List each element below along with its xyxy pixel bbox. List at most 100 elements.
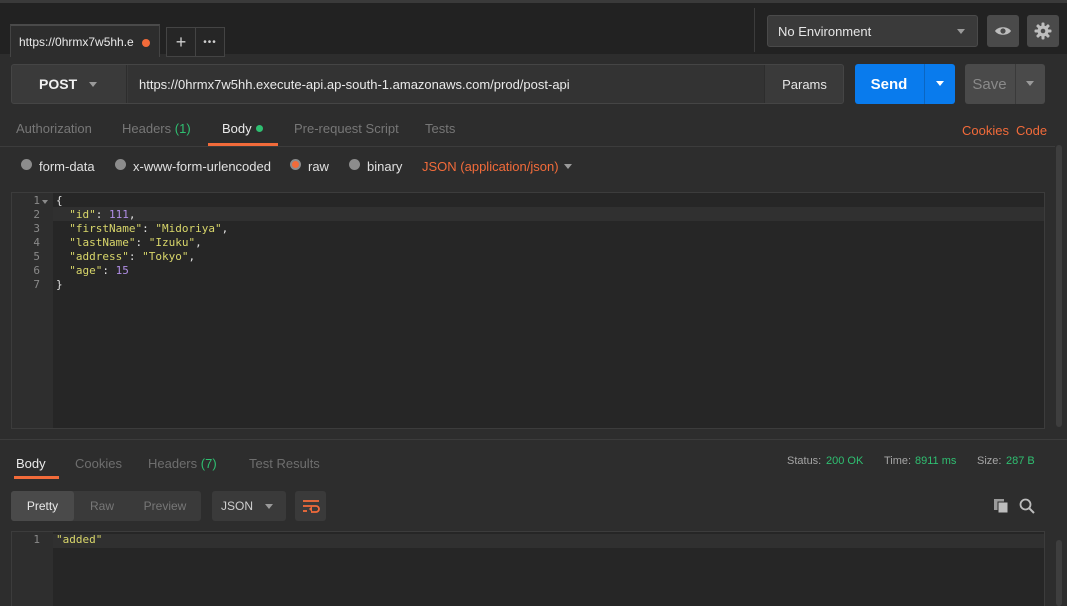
method-select[interactable]: POST bbox=[12, 65, 127, 103]
json-comma: , bbox=[221, 222, 229, 235]
request-body-editor[interactable]: 1 2 3 4 5 6 7 { "id": 111, "firstName": … bbox=[11, 192, 1045, 429]
environment-quick-look-button[interactable] bbox=[987, 15, 1019, 47]
save-button[interactable]: Save bbox=[965, 64, 1045, 104]
raw-radio[interactable] bbox=[290, 159, 301, 170]
form-data-radio[interactable] bbox=[21, 159, 32, 170]
status-value[interactable]: 200 OK bbox=[826, 455, 863, 467]
json-value: "Tokyo" bbox=[142, 250, 189, 263]
code-line: { bbox=[56, 194, 63, 207]
code-line: "address": "Tokyo", bbox=[69, 250, 196, 263]
response-string: "added" bbox=[56, 533, 103, 546]
response-body-viewer[interactable]: 1 "added" bbox=[11, 531, 1045, 606]
tab-tests[interactable]: Tests bbox=[425, 121, 455, 136]
json-value: "Izuku" bbox=[148, 236, 196, 249]
plus-icon: + bbox=[175, 31, 187, 52]
active-tab-indicator bbox=[208, 143, 278, 146]
response-content: "added" bbox=[56, 533, 102, 547]
cookies-link[interactable]: Cookies bbox=[962, 123, 1009, 138]
tab-body-label: Body bbox=[222, 121, 252, 136]
urlencoded-label[interactable]: x-www-form-urlencoded bbox=[133, 159, 271, 174]
raw-label[interactable]: raw bbox=[308, 159, 329, 174]
json-value: 15 bbox=[115, 264, 129, 277]
urlencoded-radio[interactable] bbox=[115, 159, 126, 170]
method-select-value: POST bbox=[39, 76, 78, 92]
json-key: "firstName" bbox=[69, 222, 143, 235]
response-format-value: JSON bbox=[221, 499, 254, 513]
copy-icon bbox=[994, 499, 1009, 514]
eye-icon bbox=[995, 27, 1011, 35]
chevron-down-icon bbox=[1026, 81, 1034, 86]
copy-button[interactable] bbox=[992, 497, 1010, 515]
size-label: Size: bbox=[977, 455, 1002, 467]
form-data-label[interactable]: form-data bbox=[39, 159, 95, 174]
tab-body[interactable]: Body bbox=[222, 121, 263, 136]
response-divider bbox=[0, 439, 1067, 440]
time-label: Time: bbox=[884, 455, 912, 467]
chevron-down-icon bbox=[265, 504, 273, 509]
code-line: } bbox=[56, 278, 63, 291]
view-raw-button[interactable]: Raw bbox=[79, 491, 125, 521]
more-icon: ••• bbox=[203, 36, 217, 48]
response-tab-test-results[interactable]: Test Results bbox=[249, 456, 320, 471]
send-button[interactable]: Send bbox=[855, 64, 955, 104]
active-line-highlight bbox=[53, 534, 1044, 548]
fold-arrow-icon[interactable] bbox=[42, 200, 48, 204]
content-type-select[interactable]: JSON (application/json) bbox=[422, 159, 559, 174]
request-tab[interactable]: https://0hrmx7w5hh.e bbox=[10, 24, 160, 57]
line-number: 1 bbox=[33, 194, 40, 207]
chevron-down-icon[interactable] bbox=[564, 164, 572, 169]
tab-options-button[interactable]: ••• bbox=[195, 27, 225, 57]
send-button-label: Send bbox=[870, 75, 908, 93]
json-key: "lastName" bbox=[69, 236, 136, 249]
tab-authorization[interactable]: Authorization bbox=[16, 121, 92, 136]
send-options-button[interactable] bbox=[924, 64, 955, 104]
tab-headers-label: Headers bbox=[122, 121, 172, 136]
search-icon bbox=[1019, 498, 1035, 514]
save-button-label: Save bbox=[972, 75, 1007, 93]
save-options-button[interactable] bbox=[1015, 64, 1045, 104]
code-line: "id": 111, bbox=[69, 208, 136, 221]
size-value[interactable]: 287 B bbox=[1006, 455, 1035, 467]
response-tab-cookies[interactable]: Cookies bbox=[75, 456, 122, 471]
chevron-down-icon bbox=[89, 82, 97, 87]
topbar-divider bbox=[754, 8, 755, 52]
code-line: "age": 15 bbox=[69, 264, 129, 277]
request-url-bar: POST Params bbox=[11, 64, 844, 104]
request-panel-scrollbar[interactable] bbox=[1056, 145, 1062, 427]
settings-button[interactable] bbox=[1027, 15, 1059, 47]
wrap-lines-button[interactable] bbox=[295, 491, 326, 521]
unsaved-dot-icon bbox=[142, 39, 150, 47]
url-input[interactable] bbox=[128, 65, 764, 103]
request-tabs: Authorization Headers (1) Body Pre-reque… bbox=[0, 112, 1055, 147]
line-number: 4 bbox=[33, 236, 40, 249]
view-preview-button[interactable]: Preview bbox=[135, 491, 195, 521]
chevron-down-icon bbox=[957, 29, 965, 34]
binary-label[interactable]: binary bbox=[367, 159, 402, 174]
response-tab-body[interactable]: Body bbox=[16, 456, 46, 471]
view-pretty-button[interactable]: Pretty bbox=[11, 491, 74, 521]
tab-headers[interactable]: Headers (1) bbox=[122, 121, 191, 136]
line-number: 7 bbox=[33, 278, 40, 291]
json-comma: , bbox=[188, 250, 196, 263]
json-comma: , bbox=[128, 208, 136, 221]
gear-icon bbox=[1034, 22, 1052, 40]
headers-count: (1) bbox=[174, 121, 191, 136]
request-tab-title: https://0hrmx7w5hh.e bbox=[19, 34, 134, 49]
search-button[interactable] bbox=[1018, 497, 1036, 515]
new-tab-button[interactable]: + bbox=[166, 27, 196, 57]
response-tab-headers[interactable]: Headers (7) bbox=[148, 456, 217, 471]
time-value[interactable]: 8911 ms bbox=[915, 455, 956, 467]
tab-prerequest-script[interactable]: Pre-request Script bbox=[294, 121, 399, 136]
params-button[interactable]: Params bbox=[764, 65, 844, 103]
code-link[interactable]: Code bbox=[1016, 123, 1047, 138]
line-number-gutter: 1 bbox=[12, 532, 53, 606]
response-panel-scrollbar[interactable] bbox=[1056, 540, 1062, 606]
json-key: "address" bbox=[69, 250, 129, 263]
line-number-gutter: 1 2 3 4 5 6 7 bbox=[12, 193, 53, 428]
response-headers-count: (7) bbox=[200, 456, 217, 471]
environment-select[interactable]: No Environment bbox=[767, 15, 978, 47]
json-value: 111 bbox=[109, 208, 129, 221]
json-key: "age" bbox=[69, 264, 103, 277]
response-format-select[interactable]: JSON bbox=[212, 491, 286, 521]
binary-radio[interactable] bbox=[349, 159, 360, 170]
